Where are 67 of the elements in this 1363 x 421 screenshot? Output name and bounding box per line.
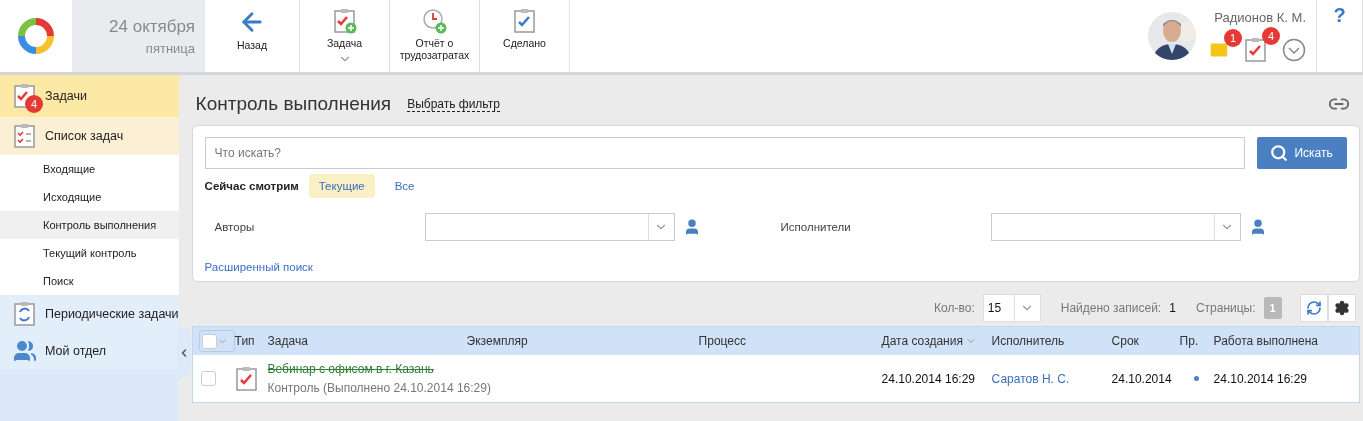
column-header[interactable]: Срок bbox=[1111, 334, 1139, 348]
advanced-search-link[interactable]: Расширенный поиск bbox=[204, 261, 1347, 273]
sidebar-item[interactable]: Список задач bbox=[0, 117, 179, 155]
sidebar-label: Задачи bbox=[45, 89, 87, 103]
settings-icon bbox=[1333, 300, 1350, 316]
user-name[interactable]: Радионов К. М. bbox=[1214, 9, 1306, 25]
search-button[interactable]: Искать bbox=[1256, 137, 1347, 169]
sidebar-label: Периодические задачи bbox=[45, 306, 179, 321]
column-header[interactable]: Пр. bbox=[1179, 334, 1199, 348]
column-header[interactable]: Дата создания bbox=[881, 334, 977, 348]
clipboard-list-icon bbox=[13, 123, 37, 149]
select-field[interactable] bbox=[424, 213, 675, 241]
sidebar-item[interactable]: Периодические задачи bbox=[0, 295, 179, 332]
pages-label: Страницы: bbox=[1195, 301, 1256, 315]
refresh-button[interactable] bbox=[1299, 294, 1328, 322]
search-field[interactable]: Что искать? bbox=[204, 137, 1245, 169]
clipboard-check-icon bbox=[1244, 36, 1268, 63]
view-tab[interactable]: Все bbox=[384, 174, 425, 198]
clipboard-check-icon bbox=[512, 8, 537, 34]
count-select[interactable]: 15 bbox=[982, 294, 1041, 322]
column-header[interactable]: Работа выполнена bbox=[1213, 334, 1319, 348]
people-icon bbox=[13, 338, 37, 363]
table-cell: 24.10.2014 16:29 bbox=[881, 371, 975, 386]
sidebar-label: Список задач bbox=[45, 129, 124, 143]
select-field[interactable] bbox=[990, 213, 1241, 241]
task-status: Контроль (Выполнено 24.10.2014 16:29) bbox=[267, 381, 491, 395]
column-header[interactable]: Экземпляр bbox=[466, 334, 528, 348]
count-badge: 4 bbox=[1262, 26, 1280, 45]
sidebar-label: Мой отдел bbox=[45, 343, 107, 358]
field-label: Исполнители bbox=[780, 221, 852, 233]
view-tab[interactable]: Текущие bbox=[308, 174, 375, 198]
table-cell: 24.10.2014 16:29 bbox=[1213, 371, 1307, 386]
clipboard-plus-icon bbox=[332, 8, 357, 34]
field-label: Авторы bbox=[214, 221, 256, 233]
task-link[interactable]: Вебинар с офисом в г. Казань bbox=[267, 362, 434, 376]
filter-link[interactable]: Выбрать фильтр bbox=[407, 96, 500, 112]
column-header[interactable]: Исполнитель bbox=[991, 334, 1065, 348]
weekday-label: пятница bbox=[145, 40, 195, 56]
executor-link[interactable]: Саратов Н. С. bbox=[991, 371, 1070, 386]
table-cell: 24.10.2014 bbox=[1111, 371, 1172, 386]
select-all-checkbox[interactable] bbox=[201, 333, 217, 349]
chevron-circle-icon[interactable] bbox=[1282, 37, 1306, 62]
search-icon bbox=[1270, 144, 1289, 162]
date-label: 24 октября bbox=[109, 16, 195, 37]
column-header[interactable]: Тип bbox=[234, 334, 255, 348]
count-label: Кол-во: bbox=[934, 301, 975, 315]
sidebar-subitem[interactable]: Контроль выполнения bbox=[0, 211, 179, 239]
column-header[interactable]: Задача bbox=[267, 334, 308, 348]
sidebar-item[interactable]: 4 Задачи bbox=[0, 75, 179, 117]
clock-plus-icon bbox=[421, 8, 448, 34]
sidebar-subitem[interactable]: Исходящие bbox=[0, 183, 179, 211]
sidebar-subitem[interactable]: Текущий контроль bbox=[0, 239, 179, 267]
sidebar-subitem[interactable]: Поиск bbox=[0, 267, 179, 295]
sidebar-subitem[interactable]: Входящие bbox=[0, 155, 179, 183]
clipboard-refresh-icon bbox=[13, 300, 37, 327]
count-badge: 1 bbox=[1224, 28, 1242, 47]
refresh-icon bbox=[1305, 300, 1322, 316]
found-label: Найдено записей: bbox=[1060, 301, 1162, 315]
row-checkbox[interactable] bbox=[200, 371, 216, 386]
found-count: 1 bbox=[1169, 301, 1176, 315]
view-label: Сейчас смотрим bbox=[204, 180, 299, 192]
column-header[interactable]: Процесс bbox=[698, 334, 746, 348]
clipboard-check-icon bbox=[234, 365, 259, 392]
page-title: Контроль выполнения bbox=[195, 93, 392, 115]
settings-button[interactable] bbox=[1327, 294, 1356, 322]
count-badge: 4 bbox=[25, 95, 43, 113]
sidebar-item[interactable]: Мой отдел bbox=[0, 332, 179, 369]
